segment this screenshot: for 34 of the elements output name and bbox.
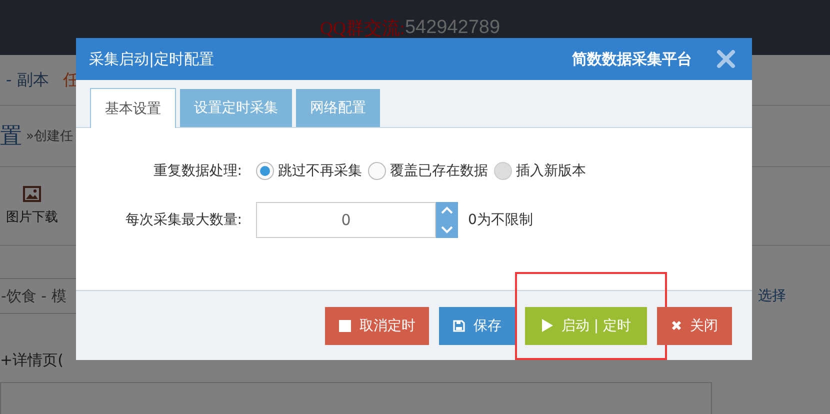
page-subheading: »创建任 xyxy=(26,128,73,145)
spin-up-icon[interactable] xyxy=(436,202,458,220)
save-icon xyxy=(453,320,466,332)
save-button[interactable]: 保存 xyxy=(439,306,516,344)
play-button[interactable]: 启动 | 定时 xyxy=(525,306,647,344)
number-field[interactable]: 0 xyxy=(256,202,436,238)
tab[interactable]: 基本设置 xyxy=(90,88,176,128)
breadcrumb: - 副本 xyxy=(6,70,49,90)
field-hint: 0为不限制 xyxy=(468,211,533,229)
radio-label[interactable]: 跳过不再采集 xyxy=(278,162,362,180)
stop-icon xyxy=(339,320,352,332)
tool-label[interactable]: 图片下载 xyxy=(6,208,58,226)
tab[interactable]: 网络配置 xyxy=(296,89,380,127)
radio-button[interactable] xyxy=(256,162,274,180)
field-label: 重复数据处理: xyxy=(152,162,242,180)
tab[interactable]: 设置定时采集 xyxy=(180,89,292,127)
banner-number: 542942789 xyxy=(404,16,500,38)
banner-label: QQ群交流: xyxy=(320,16,405,40)
stop-button[interactable]: 取消定时 xyxy=(325,306,430,344)
text-area[interactable] xyxy=(0,382,712,414)
radio-button[interactable] xyxy=(368,162,386,180)
radio-label[interactable]: +详情页( xyxy=(0,351,64,370)
brand-name: 简数数据采集平台 xyxy=(572,50,692,68)
play-icon xyxy=(541,319,554,332)
spin-down-icon[interactable] xyxy=(436,220,458,238)
close-button[interactable]: 关闭 xyxy=(657,306,732,344)
radio-label[interactable]: 覆盖已存在数据 xyxy=(390,162,488,180)
dialog-title: 采集启动|定时配置 xyxy=(89,50,216,68)
close-icon xyxy=(671,320,682,331)
close-icon[interactable] xyxy=(716,49,736,69)
choose-link[interactable]: 选择 xyxy=(758,287,786,305)
image-icon xyxy=(23,186,41,202)
field-label: 每次采集最大数量: xyxy=(124,211,242,229)
page-heading: 置 xyxy=(0,123,22,151)
